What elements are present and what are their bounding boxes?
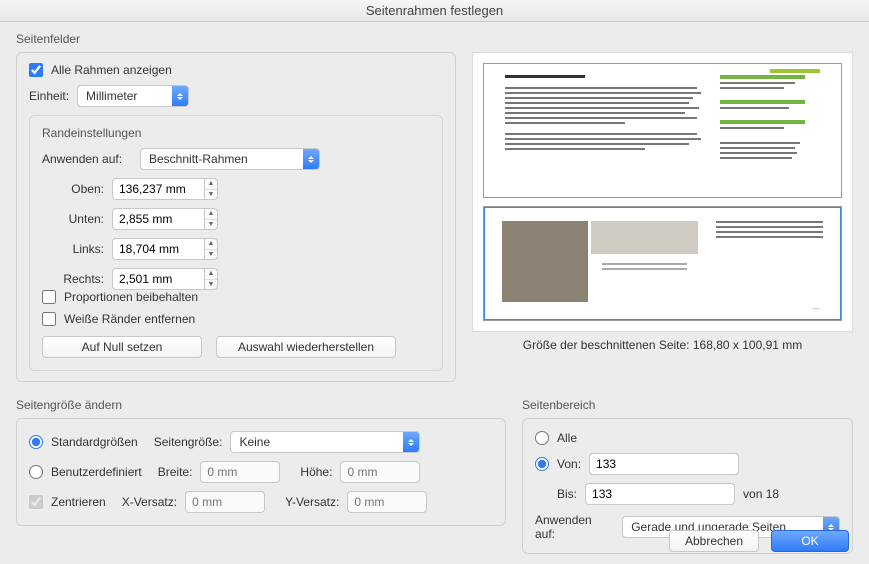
resize-title: Seitengröße ändern [16, 398, 506, 412]
reset-zero-button[interactable]: Auf Null setzen [42, 336, 202, 358]
top-stepper[interactable]: ▲▼ [204, 178, 218, 200]
height-label: Höhe: [300, 465, 332, 479]
preview-page-bottom: --- [483, 206, 842, 321]
keep-proportions-checkbox[interactable] [42, 290, 56, 304]
chevron-updown-icon [303, 149, 319, 169]
to-label: Bis: [557, 487, 577, 501]
range-apply-to-label: Anwenden auf: [535, 513, 614, 541]
left-label: Links: [42, 242, 104, 256]
restore-selection-button[interactable]: Auswahl wiederherstellen [216, 336, 396, 358]
right-input[interactable] [112, 268, 204, 290]
width-label: Breite: [158, 465, 193, 479]
height-input [340, 461, 420, 483]
left-input[interactable] [112, 238, 204, 260]
unit-select[interactable]: Millimeter [77, 85, 189, 107]
seitenfelder-title: Seitenfelder [16, 32, 853, 46]
unit-select-value: Millimeter [86, 89, 157, 103]
window-title: Seitenrahmen festlegen [0, 0, 869, 22]
apply-to-select-value: Beschnitt-Rahmen [149, 152, 268, 166]
to-input[interactable] [585, 483, 735, 505]
preview-page-top [483, 63, 842, 198]
pagesize-select[interactable]: Keine [230, 431, 420, 453]
top-label: Oben: [42, 182, 104, 196]
width-input [200, 461, 280, 483]
center-checkbox [29, 495, 43, 509]
of-label: von 18 [743, 487, 779, 501]
pagesize-label: Seitengröße: [154, 435, 223, 449]
margin-settings-group: Randeinstellungen Anwenden auf: Beschnit… [29, 115, 443, 371]
standard-sizes-label: Standardgrößen [51, 435, 138, 449]
left-stepper[interactable]: ▲▼ [204, 238, 218, 260]
xoffset-input [185, 491, 265, 513]
margin-settings-title: Randeinstellungen [42, 126, 430, 140]
page-preview: --- [472, 52, 853, 332]
remove-white-label: Weiße Ränder entfernen [64, 312, 195, 326]
remove-white-checkbox[interactable] [42, 312, 56, 326]
from-radio[interactable] [535, 457, 549, 471]
all-pages-label: Alle [557, 431, 577, 445]
xoffset-label: X-Versatz: [122, 495, 177, 509]
center-label: Zentrieren [51, 495, 106, 509]
apply-to-select[interactable]: Beschnitt-Rahmen [140, 148, 320, 170]
ok-button[interactable]: OK [771, 530, 849, 552]
yoffset-label: Y-Versatz: [285, 495, 339, 509]
cropped-size-label: Größe der beschnittenen Seite: 168,80 x … [472, 338, 853, 352]
right-stepper[interactable]: ▲▼ [204, 268, 218, 290]
custom-radio[interactable] [29, 465, 43, 479]
yoffset-input [347, 491, 427, 513]
chevron-updown-icon [172, 86, 188, 106]
all-pages-radio[interactable] [535, 431, 549, 445]
range-title: Seitenbereich [522, 398, 853, 412]
pagesize-select-value: Keine [239, 435, 290, 449]
keep-proportions-label: Proportionen beibehalten [64, 290, 198, 304]
seitenfelder-group: Alle Rahmen anzeigen Einheit: Millimeter… [16, 52, 456, 382]
from-label: Von: [557, 457, 581, 471]
standard-sizes-radio[interactable] [29, 435, 43, 449]
chevron-updown-icon [403, 432, 419, 452]
apply-to-label: Anwenden auf: [42, 152, 132, 166]
show-all-frames-label: Alle Rahmen anzeigen [51, 63, 172, 77]
show-all-frames-checkbox[interactable] [29, 63, 43, 77]
bottom-label: Unten: [42, 212, 104, 226]
resize-group: Standardgrößen Seitengröße: Keine Benutz… [16, 418, 506, 526]
custom-label: Benutzerdefiniert [51, 465, 142, 479]
cancel-button[interactable]: Abbrechen [669, 530, 759, 552]
bottom-stepper[interactable]: ▲▼ [204, 208, 218, 230]
top-input[interactable] [112, 178, 204, 200]
unit-label: Einheit: [29, 89, 69, 103]
bottom-input[interactable] [112, 208, 204, 230]
from-input[interactable] [589, 453, 739, 475]
right-label: Rechts: [42, 272, 104, 286]
